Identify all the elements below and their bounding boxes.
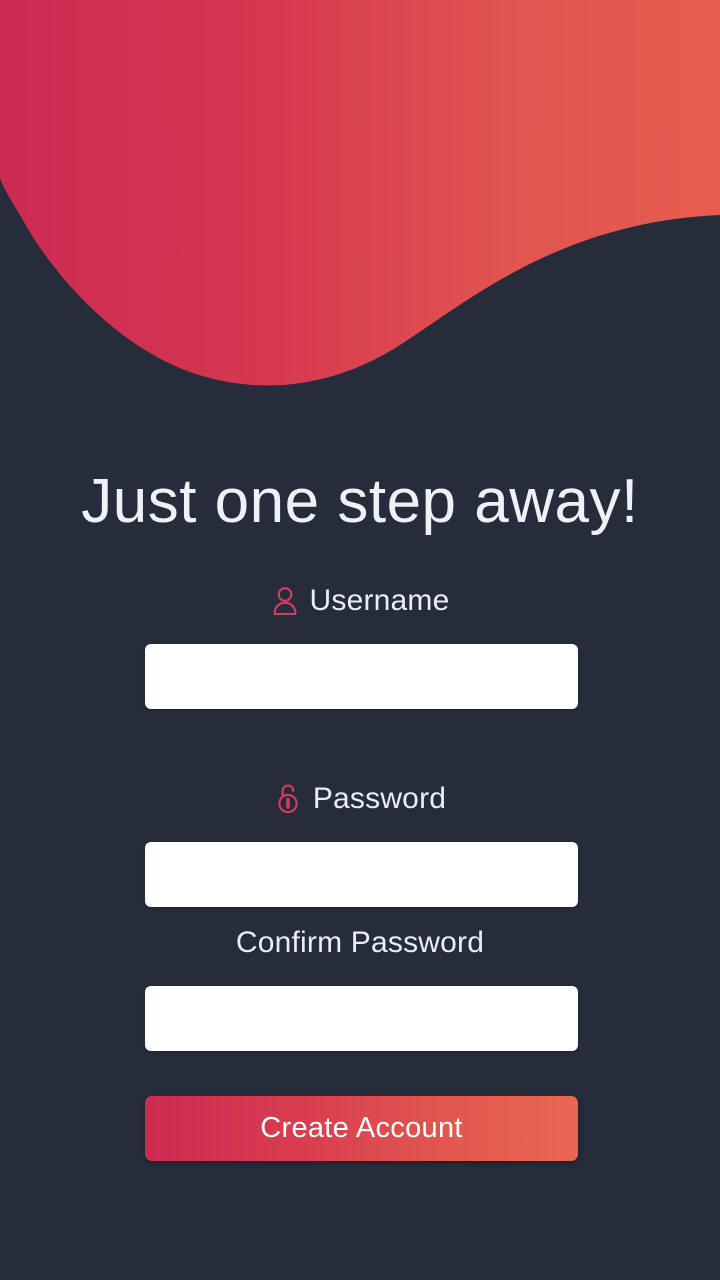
create-account-button[interactable]: Create Account (145, 1096, 578, 1161)
password-label: Password (0, 778, 720, 820)
field-group-password: Password (0, 778, 720, 907)
confirm-password-input[interactable] (145, 986, 578, 1051)
confirm-password-label-text: Confirm Password (235, 926, 485, 959)
password-label-text: Password (312, 782, 447, 815)
page-title: Just one step away! (81, 467, 639, 536)
password-input[interactable] (145, 842, 578, 907)
username-label: Username (0, 580, 720, 622)
username-input[interactable] (145, 644, 578, 709)
username-label-text: Username (309, 584, 450, 617)
confirm-password-label: Confirm Password (0, 922, 720, 964)
form-content: Just one step away! Username Password Co… (0, 0, 720, 1280)
field-group-username: Username (0, 580, 720, 709)
unlocked-padlock-icon (274, 783, 302, 815)
field-group-confirm-password: Confirm Password (0, 922, 720, 1051)
create-account-screen: Just one step away! Username Password Co… (0, 0, 720, 1280)
user-icon (271, 585, 299, 617)
